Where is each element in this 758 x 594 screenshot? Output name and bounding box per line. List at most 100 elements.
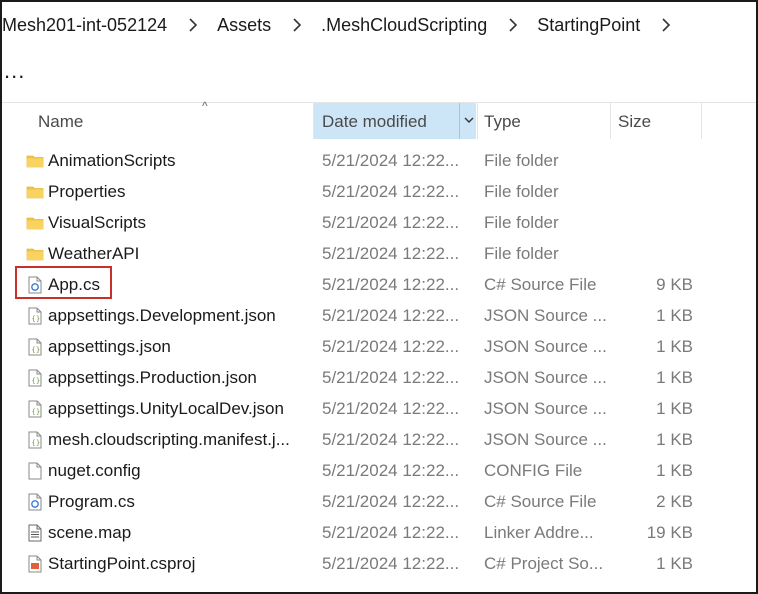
json-file-icon: {} [26, 369, 44, 387]
chevron-right-icon[interactable] [505, 17, 521, 33]
file-row[interactable]: Program.cs 5/21/2024 12:22... C# Source Fi… [2, 486, 756, 517]
file-row[interactable]: nuget.config 5/21/2024 12:22... CONFIG Fil… [2, 455, 756, 486]
json-file-icon: {} [26, 307, 44, 325]
column-header-type[interactable]: Type [478, 103, 610, 139]
file-size: 9 KB [656, 275, 693, 294]
column-header-date-modified[interactable]: Date modified [314, 103, 476, 139]
file-row[interactable]: scene.map 5/21/2024 12:22... Linker Addre.… [2, 517, 756, 548]
svg-text:{}: {} [31, 315, 40, 323]
file-size [612, 176, 693, 207]
json-file-icon: {} [26, 400, 44, 418]
file-type: File folder [484, 151, 559, 170]
file-name: StartingPoint.csproj [48, 554, 196, 573]
breadcrumb: Mesh201-int-052124 Assets .MeshCloudScri… [2, 2, 756, 48]
file-date-modified: 5/21/2024 12:22... [322, 430, 460, 449]
file-row[interactable]: {} appsettings.Development.json 5/21/2024 … [2, 300, 756, 331]
json-file-icon: {} [26, 338, 44, 356]
folder-icon [26, 152, 44, 170]
file-date-modified: 5/21/2024 12:22... [322, 368, 460, 387]
chevron-right-icon[interactable] [185, 17, 201, 33]
file-date-modified: 5/21/2024 12:22... [322, 523, 460, 542]
file-type: Linker Addre... [484, 523, 594, 542]
file-name: appsettings.Development.json [48, 306, 276, 325]
file-size: 19 KB [646, 523, 693, 542]
file-type: JSON Source ... [484, 368, 607, 387]
file-row[interactable]: WeatherAPI 5/21/2024 12:22... File folder [2, 238, 756, 269]
file-row[interactable]: {} appsettings.UnityLocalDev.json 5/21/202… [2, 393, 756, 424]
file-type: C# Project So... [484, 554, 604, 573]
file-date-modified: 5/21/2024 12:22... [322, 182, 460, 201]
file-row[interactable]: Properties 5/21/2024 12:22... File folder [2, 176, 756, 207]
file-type: JSON Source ... [484, 337, 607, 356]
file-size [612, 145, 693, 176]
breadcrumb-item-assets[interactable]: Assets [217, 15, 271, 36]
chevron-right-icon[interactable] [658, 17, 674, 33]
file-name: scene.map [48, 523, 132, 542]
file-name: nuget.config [48, 461, 141, 480]
column-headers: ^ Name Date modified Type Size [2, 99, 756, 139]
file-name: appsettings.UnityLocalDev.json [48, 399, 284, 418]
sort-ascending-icon: ^ [202, 99, 208, 113]
file-row[interactable]: StartingPoint.csproj 5/21/2024 12:22... C#… [2, 548, 756, 579]
file-size: 1 KB [656, 306, 693, 325]
breadcrumb-item-startingpoint[interactable]: StartingPoint [537, 15, 640, 36]
file-type: JSON Source ... [484, 430, 607, 449]
folder-icon [26, 245, 44, 263]
file-row[interactable]: {} appsettings.Production.json 5/21/2024 1… [2, 362, 756, 393]
svg-text:{}: {} [31, 346, 40, 354]
file-date-modified: 5/21/2024 12:22... [322, 244, 460, 263]
file-name: AnimationScripts [48, 151, 176, 170]
file-row[interactable]: App.cs 5/21/2024 12:22... C# Source File 9 … [2, 269, 756, 300]
column-header-date-label: Date modified [322, 112, 427, 131]
highlight-box [15, 266, 112, 299]
breadcrumb-item-meshcloudscripting[interactable]: .MeshCloudScripting [321, 15, 487, 36]
file-size: 1 KB [656, 337, 693, 356]
file-name: mesh.cloudscripting.manifest.j... [48, 430, 290, 449]
breadcrumb-item-root[interactable]: Mesh201-int-052124 [2, 15, 167, 36]
svg-text:{}: {} [31, 408, 40, 416]
file-name: WeatherAPI [48, 244, 140, 263]
file-date-modified: 5/21/2024 12:22... [322, 399, 460, 418]
folder-icon [26, 183, 44, 201]
column-filter-dropdown[interactable] [459, 103, 477, 139]
file-type: JSON Source ... [484, 399, 607, 418]
file-date-modified: 5/21/2024 12:22... [322, 554, 460, 573]
file-name: appsettings.json [48, 337, 171, 356]
file-date-modified: 5/21/2024 12:22... [322, 337, 460, 356]
more-options-button[interactable]: ... [4, 58, 25, 84]
chevron-right-icon[interactable] [289, 17, 305, 33]
file-row[interactable]: AnimationScripts 5/21/2024 12:22... File f… [2, 145, 756, 176]
file-name: VisualScripts [48, 213, 146, 232]
file-explorer-window: Mesh201-int-052124 Assets .MeshCloudScri… [0, 0, 758, 594]
column-header-size[interactable]: Size [612, 103, 702, 139]
file-type: File folder [484, 182, 559, 201]
map-file-icon [26, 524, 44, 542]
chevron-down-icon [464, 117, 474, 123]
file-name: Program.cs [48, 492, 135, 511]
column-divider[interactable] [701, 103, 702, 139]
svg-text:{}: {} [31, 377, 40, 385]
column-divider[interactable] [610, 103, 611, 139]
file-name: Properties [48, 182, 126, 201]
file-size: 1 KB [656, 430, 693, 449]
file-type: JSON Source ... [484, 306, 607, 325]
file-size: 1 KB [656, 554, 693, 573]
csharp-file-icon [26, 493, 44, 511]
csproj-file-icon [26, 555, 44, 573]
column-header-name[interactable]: ^ Name [38, 99, 310, 139]
file-size [612, 207, 693, 238]
file-type: File folder [484, 244, 559, 263]
column-header-type-label: Type [484, 112, 521, 131]
file-row[interactable]: VisualScripts 5/21/2024 12:22... File fold… [2, 207, 756, 238]
file-type: File folder [484, 213, 559, 232]
column-header-name-label: Name [38, 112, 84, 131]
file-row[interactable]: {} appsettings.json 5/21/2024 12:22... JSON… [2, 331, 756, 362]
file-date-modified: 5/21/2024 12:22... [322, 213, 460, 232]
command-bar: ... [2, 48, 756, 103]
file-date-modified: 5/21/2024 12:22... [322, 461, 460, 480]
file-date-modified: 5/21/2024 12:22... [322, 275, 460, 294]
file-row[interactable]: {} mesh.cloudscripting.manifest.j... 5/21/… [2, 424, 756, 455]
folder-icon [26, 214, 44, 232]
file-date-modified: 5/21/2024 12:22... [322, 306, 460, 325]
file-date-modified: 5/21/2024 12:22... [322, 492, 460, 511]
